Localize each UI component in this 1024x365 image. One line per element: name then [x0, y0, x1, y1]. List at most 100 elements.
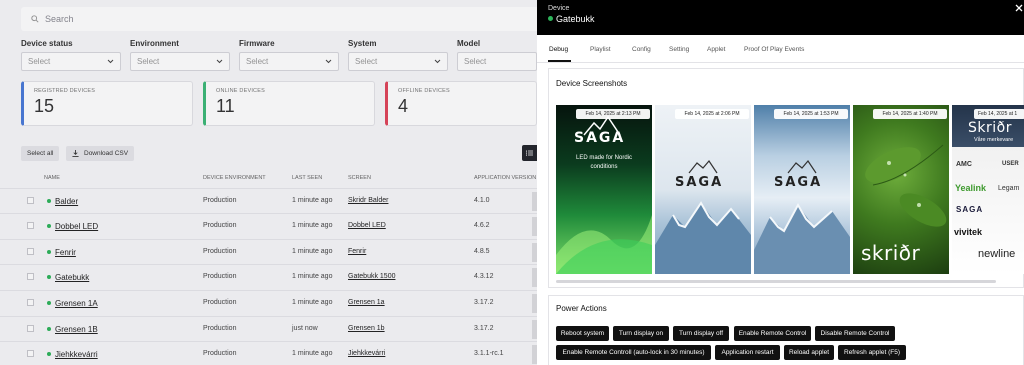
drawer-tabs: Debug Playlist Config Setting Applet Pro…: [537, 35, 1024, 63]
tab-debug[interactable]: Debug: [549, 46, 568, 53]
device-name-link[interactable]: Balder: [55, 197, 78, 206]
close-icon[interactable]: [1015, 3, 1023, 13]
column-header-name[interactable]: NAME: [44, 175, 60, 181]
app-version: 3.17.2: [474, 325, 494, 332]
firmware-select[interactable]: Select: [239, 52, 339, 71]
row-checkbox[interactable]: [27, 248, 34, 255]
refresh-applet-button[interactable]: Refresh applet (F5): [838, 345, 906, 360]
brand-saga: SAGA: [956, 205, 984, 214]
tab-setting[interactable]: Setting: [669, 46, 689, 53]
filter-label: System: [348, 39, 377, 48]
device-screenshots-section: Device Screenshots Feb 14, 2025 at 2:13 …: [548, 68, 1024, 288]
system-select[interactable]: Select: [348, 52, 448, 71]
row-checkbox[interactable]: [27, 222, 34, 229]
column-header-environment[interactable]: DEVICE ENVIRONMENT: [203, 175, 266, 181]
enable-remote-control-autolock-button[interactable]: Enable Remote Controll (auto-lock in 30 …: [556, 345, 711, 360]
device-status-select[interactable]: Select: [21, 52, 121, 71]
device-environment: Production: [203, 350, 237, 357]
row-checkbox[interactable]: [27, 299, 34, 306]
row-checkbox[interactable]: [27, 325, 34, 332]
device-environment: Production: [203, 197, 237, 204]
device-name-link[interactable]: Grensen 1B: [55, 325, 98, 334]
app-version: 4.8.5: [474, 248, 490, 255]
table-row[interactable]: Gatebukk Production 1 minute ago Gatebuk…: [0, 264, 538, 289]
stat-label: ONLINE DEVICES: [216, 88, 265, 94]
screenshot-timestamp: Feb 14, 2025 at 1:40 PM: [873, 109, 947, 119]
screenshot-timestamp: Feb 14, 2025 at 1:53 PM: [774, 109, 848, 119]
row-checkbox[interactable]: [27, 197, 34, 204]
screenshot-thumbnail[interactable]: Feb 14, 2025 at 1:40 PM skriðr: [853, 105, 949, 274]
section-title: Device Screenshots: [556, 79, 628, 88]
device-drawer: Device Gatebukk Debug Playlist Config Se…: [537, 0, 1024, 365]
tab-playlist[interactable]: Playlist: [590, 46, 611, 53]
select-value: Select: [28, 57, 51, 66]
device-name-link[interactable]: Jiehkkevárri: [55, 350, 98, 359]
tab-config[interactable]: Config: [632, 46, 651, 53]
select-all-button[interactable]: Select all: [21, 146, 60, 161]
brand-legamaster: Legam: [998, 185, 1020, 192]
model-select[interactable]: Select: [457, 52, 537, 71]
last-seen: just now: [292, 325, 318, 332]
turn-display-on-button[interactable]: Turn display on: [613, 326, 669, 341]
stat-label: OFFLINE DEVICES: [398, 88, 450, 94]
search-input[interactable]: Search: [21, 7, 541, 31]
screen-link[interactable]: Fenrir: [348, 248, 366, 255]
saga-logo: SAGA: [774, 175, 823, 190]
select-value: Select: [464, 57, 487, 66]
search-placeholder: Search: [45, 14, 74, 24]
row-checkbox[interactable]: [27, 273, 34, 280]
stat-value: 11: [216, 96, 235, 116]
reload-applet-button[interactable]: Reload applet: [784, 345, 834, 360]
column-header-screen[interactable]: SCREEN: [348, 175, 371, 181]
table-row[interactable]: Grensen 1A Production 1 minute ago Grens…: [0, 290, 538, 315]
app-version: 4.6.2: [474, 222, 490, 229]
table-row[interactable]: Jiehkkevárri Production 1 minute ago Jie…: [0, 341, 538, 365]
filter-firmware: Firmware Select: [239, 39, 339, 71]
column-header-last-seen[interactable]: LAST SEEN: [292, 175, 322, 181]
download-csv-button[interactable]: Download CSV: [66, 146, 135, 161]
application-restart-button[interactable]: Application restart: [715, 345, 780, 360]
device-name-link[interactable]: Grensen 1A: [55, 299, 98, 308]
drawer-header: Device Gatebukk: [537, 0, 1024, 35]
list-view-button[interactable]: [522, 145, 537, 161]
device-name-link[interactable]: Gatebukk: [55, 273, 89, 282]
screenshot-thumbnail[interactable]: Feb 14, 2025 at 2:06 PM SAGA: [655, 105, 751, 274]
screen-link[interactable]: Gatebukk 1500: [348, 273, 395, 280]
screenshot-thumbnail[interactable]: Feb 14, 2025 at 2:13 PM SAGA LED made fo…: [556, 105, 652, 274]
screenshot-caption: LED made for Nordic conditions: [575, 155, 633, 170]
turn-display-off-button[interactable]: Turn display off: [673, 326, 729, 341]
device-name-link[interactable]: Dobbel LED: [55, 222, 98, 231]
screenshot-timestamp: Feb 14, 2025 at 2:13 PM: [576, 109, 650, 119]
row-checkbox[interactable]: [27, 350, 34, 357]
screen-link[interactable]: Dobbel LED: [348, 222, 386, 229]
screen-link[interactable]: Grensen 1a: [348, 299, 385, 306]
filter-label: Model: [457, 39, 481, 48]
filter-system: System Select: [348, 39, 448, 71]
table-row[interactable]: Grensen 1B Production just now Grensen 1…: [0, 316, 538, 341]
screenshot-thumbnail[interactable]: Feb 14, 2025 at 1 Skriðr Våre merkevare …: [952, 105, 1024, 274]
enable-remote-control-button[interactable]: Enable Remote Control: [734, 326, 811, 341]
search-icon: [31, 15, 39, 23]
table-row[interactable]: Fenrir Production 1 minute ago Fenrir 4.…: [0, 239, 538, 264]
screenshot-carousel[interactable]: Feb 14, 2025 at 2:13 PM SAGA LED made fo…: [556, 105, 1024, 277]
online-status-dot: [47, 352, 51, 356]
online-status-dot: [47, 224, 51, 228]
screen-link[interactable]: Skridr Balder: [348, 197, 388, 204]
screen-link[interactable]: Jiehkkevárri: [348, 350, 385, 357]
last-seen: 1 minute ago: [292, 197, 333, 204]
app-version: 3.1.1-rc.1: [474, 350, 504, 357]
environment-select[interactable]: Select: [130, 52, 230, 71]
online-status-dot: [548, 16, 553, 21]
device-name-link[interactable]: Fenrir: [55, 248, 76, 257]
table-row[interactable]: Dobbel LED Production 1 minute ago Dobbe…: [0, 213, 538, 238]
reboot-system-button[interactable]: Reboot system: [556, 326, 609, 341]
screenshot-thumbnail[interactable]: Feb 14, 2025 at 1:53 PM SAGA: [754, 105, 850, 274]
screen-link[interactable]: Grensen 1b: [348, 325, 385, 332]
tab-proof-of-play-events[interactable]: Proof Of Play Events: [744, 46, 804, 53]
table-row[interactable]: Balder Production 1 minute ago Skridr Ba…: [0, 188, 538, 213]
disable-remote-control-button[interactable]: Disable Remote Control: [815, 326, 895, 341]
column-header-app-version[interactable]: APPLICATION VERSION: [474, 175, 536, 181]
tab-applet[interactable]: Applet: [707, 46, 725, 53]
select-value: Select: [355, 57, 378, 66]
carousel-scrollbar[interactable]: [556, 280, 996, 283]
